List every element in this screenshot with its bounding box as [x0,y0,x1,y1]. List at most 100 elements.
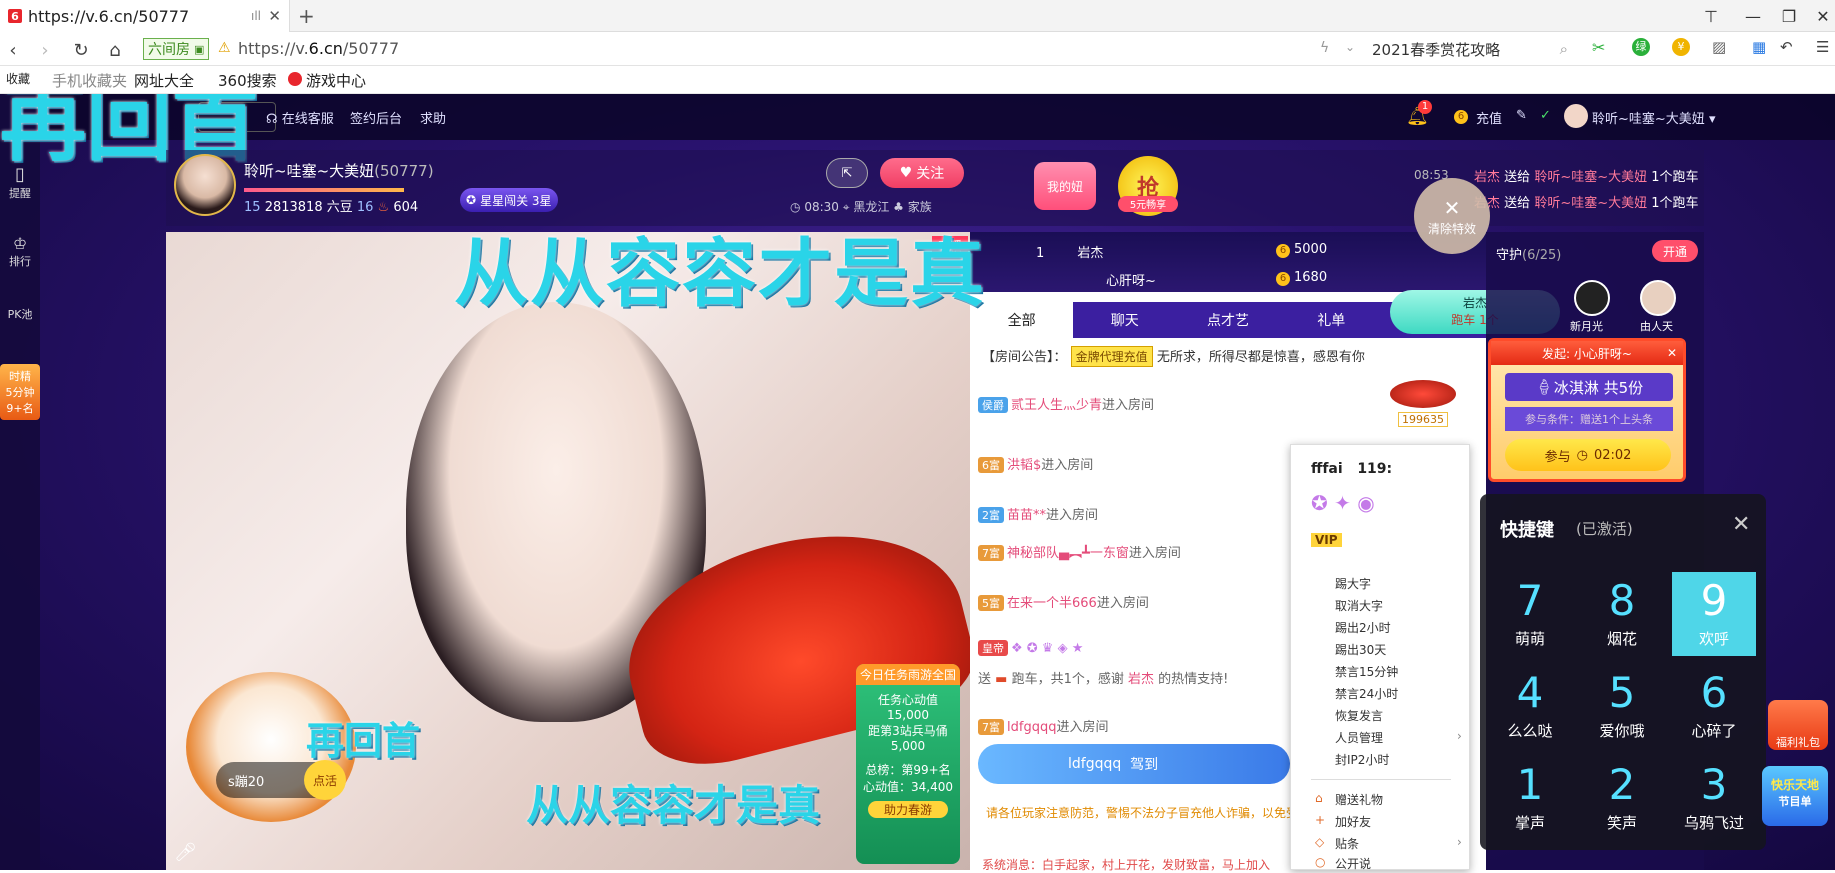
chat-user-name[interactable]: 苗苗** [1007,508,1046,523]
lightning-icon[interactable]: ϟ [1320,40,1329,56]
bookmark-favorites[interactable]: 收藏 [6,70,30,87]
undo-icon[interactable]: ↶ [1780,38,1793,56]
bookmark-360[interactable]: 360搜索 [218,70,277,91]
close-icon[interactable]: ✕ [1667,346,1677,360]
shortcut-key-7[interactable]: 7 萌萌 [1488,572,1572,656]
search-icon[interactable]: ⌕ [1560,40,1568,58]
ctx-item[interactable]: 踢大字 [1335,575,1371,592]
forward-icon[interactable]: › [32,37,58,63]
shortcut-key-8[interactable]: 8 烟花 [1580,572,1664,656]
ctx-item[interactable]: 人员管理 [1335,729,1383,746]
backend-link[interactable]: 签约后台 [350,108,402,127]
image-icon[interactable]: ▨ [1712,38,1726,56]
lottery-condition: 参与条件：赠送1个上头条 [1505,407,1673,431]
leftbar-pk[interactable]: PK池 [0,306,40,322]
tab-chat[interactable]: 聊天 [1073,302,1176,338]
shortcut-key-4[interactable]: 4 么么哒 [1488,664,1572,748]
warning-icon: ⚠ [218,40,231,56]
guard-avatar[interactable] [1574,280,1610,316]
chat-user-name[interactable]: 在来一个半666 [1007,596,1097,611]
task-button[interactable]: 助力春游 [868,801,948,818]
clear-effects-button[interactable]: ✕ 清除特效 [1414,178,1490,254]
menu-icon[interactable]: ☰ [1816,38,1829,56]
gift-thanks-line: 送 ▬ 跑车，共1个，感谢 岩杰 的热情支持! [978,668,1228,687]
new-tab-icon[interactable]: + [298,4,315,28]
check-icon[interactable]: ✓ [1540,108,1551,123]
microphone-icon[interactable]: 🎤︎ [174,842,197,863]
happy-land-button[interactable]: 快乐天地 节目单 [1762,766,1828,826]
ctx-item[interactable]: 禁言15分钟 [1335,663,1398,680]
host-avatar[interactable] [174,154,236,216]
chat-user-name[interactable]: ldfgqqq [1007,720,1056,735]
ctx-item[interactable]: 恢复发言 [1335,707,1383,724]
shirt-icon[interactable]: ⊤ [1688,0,1734,32]
lottery-join-button[interactable]: 参与 ◷ 02:02 [1505,439,1671,471]
live-video[interactable]: 再回首 从从容容才是真 直播 s蹦20 点活 🎤︎ [166,232,970,870]
close-window-icon[interactable]: ✕ [1800,0,1835,32]
ctx-item[interactable]: 踢出2小时 [1335,619,1391,636]
search-input[interactable]: 2021春季赏花攻略 ⌕ [1372,36,1568,62]
tab-talent[interactable]: 点才艺 [1176,302,1279,338]
shortcut-key-9[interactable]: 9 欢呼 [1672,572,1756,656]
task-card[interactable]: 今日任务雨游全国 任务心动值 15,000 距第3站兵马俑 5,000 总榜：第… [856,664,960,864]
leftbar-rank[interactable]: ♔ 排行 [0,234,40,269]
chat-user-name[interactable]: 洪韬$ [1007,458,1041,473]
bookmark-mobile[interactable]: 手机收藏夹 [52,70,127,91]
shortcut-key-5[interactable]: 5 爱你哦 [1580,664,1664,748]
rank-row[interactable]: 心肝呀~ [1106,270,1156,289]
shield-app-icon[interactable]: ¥ [1672,38,1690,56]
url-field[interactable]: https://v.6.cn/50777 [238,38,399,60]
rank-row[interactable]: 1 岩杰 [1036,242,1103,261]
welfare-gift-button[interactable]: 福利礼包 [1768,700,1828,750]
notice-tag[interactable]: 金牌代理充值 [1070,346,1153,367]
scissors-icon[interactable]: ✂ [1592,38,1605,57]
ctx-item[interactable]: 赠送礼物 [1335,791,1383,808]
host-beans: 2813818 六豆 [264,200,353,215]
shortcut-key-3[interactable]: 3 乌鸦飞过 [1672,756,1756,840]
leftbar-promo[interactable]: 时精 5分钟 9+名 [0,364,40,420]
my-gem-badge[interactable]: 我的妞 [1034,162,1096,210]
thanks-name[interactable]: 岩杰 [1128,672,1154,687]
chat-user-name[interactable]: 神秘部队▄︻┻一东窗 [1007,546,1129,561]
close-icon[interactable]: ✕ [1732,512,1750,537]
shortcut-key-2[interactable]: 2 笑声 [1580,756,1664,840]
guard-avatar[interactable] [1640,280,1676,316]
home-icon[interactable]: ⌂ [102,37,128,63]
browser-tab[interactable]: 6 https://v.6.cn/50777 ıll ✕ [0,0,290,32]
shortcut-key-1[interactable]: 1 掌声 [1488,756,1572,840]
ctx-item[interactable]: 加好友 [1335,813,1371,830]
share-button[interactable]: ⇱ [826,158,868,188]
help-link[interactable]: 求助 [420,108,446,127]
user-name[interactable]: 聆听~哇塞~大美妞 ▾ [1592,108,1715,127]
chevron-down-icon[interactable]: ⌄ [1345,40,1355,54]
recharge-link[interactable]: 充值 [1476,108,1502,127]
follow-button[interactable]: ♥ 关注 [880,158,964,188]
ctx-item[interactable]: 公开说 [1335,855,1371,872]
star-challenge-badge[interactable]: ✪ 星星闯关 3星 [460,188,558,212]
guard-open-button[interactable]: 开通 [1652,240,1698,262]
back-icon[interactable]: ‹ [0,37,26,63]
ctx-item[interactable]: 禁言24小时 [1335,685,1398,702]
tab-audio-icon[interactable]: ıll [251,9,261,23]
customer-service-link[interactable]: ☊ 在线客服 [266,108,334,127]
green-app-icon[interactable]: 绿 [1632,38,1650,56]
shortcut-key-6[interactable]: 6 心碎了 [1672,664,1756,748]
ctx-item[interactable]: 封IP2小时 [1335,751,1389,768]
apps-grid-icon[interactable]: ▦ [1752,38,1766,56]
tab-close-icon[interactable]: ✕ [268,7,281,25]
edit-icon[interactable]: ✎ [1516,108,1527,123]
tab-gifts[interactable]: 礼单 [1280,302,1383,338]
chat-action: 进入房间 [1128,546,1181,561]
activate-button[interactable]: 点活 [304,760,346,800]
ctx-item[interactable]: 贴条 [1335,835,1359,852]
room-badge[interactable]: 六间房 ▣ [143,38,210,60]
ctx-item[interactable]: 踢出30天 [1335,641,1386,658]
refresh-icon[interactable]: ↻ [68,37,94,63]
bookmark-sites[interactable]: 网址大全 [134,70,194,91]
customer-service-label: 在线客服 [281,112,334,127]
rank-coins: 6 5000 [1276,242,1327,258]
ctx-item[interactable]: 取消大字 [1335,597,1383,614]
chat-user-name[interactable]: 贰王人生灬少青 [1011,398,1102,413]
bookmark-games[interactable]: 游戏中心 [306,70,366,91]
user-avatar[interactable] [1564,104,1588,128]
